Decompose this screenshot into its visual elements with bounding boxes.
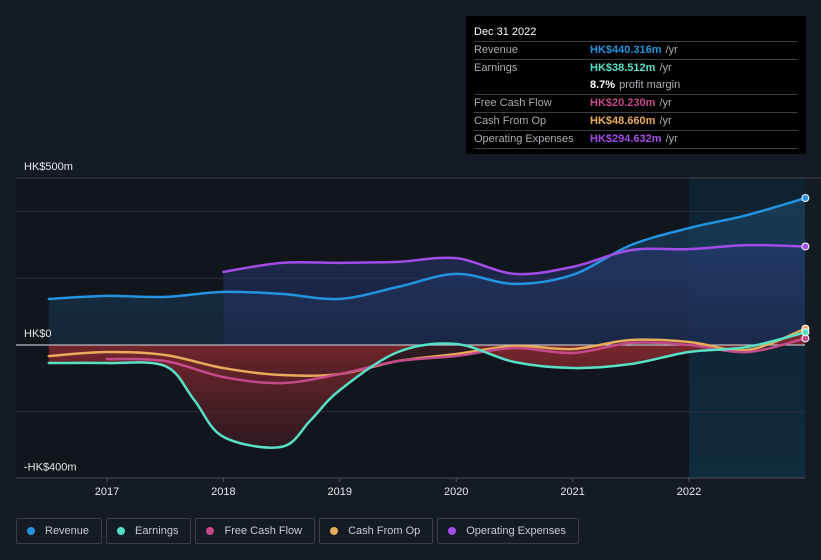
tooltip-row: Cash From Op HK$48.660m/yr xyxy=(474,113,798,131)
tooltip-panel: Dec 31 2022 Revenue HK$440.316m/yr Earning… xyxy=(466,16,806,154)
x-tick-label: 2021 xyxy=(560,486,584,498)
tooltip-row-unit: /yr xyxy=(659,115,672,127)
tooltip-row-value: HK$48.660m xyxy=(590,115,656,127)
tooltip-row-unit: /yr xyxy=(659,97,672,109)
x-tick-label: 2017 xyxy=(95,486,119,498)
tooltip-row-value: HK$20.230m xyxy=(590,97,656,109)
legend-label: Free Cash Flow xyxy=(224,525,303,537)
tooltip-row-label: Free Cash Flow xyxy=(474,97,552,109)
tooltip-row-value: HK$440.316m xyxy=(590,44,662,56)
legend-dot-icon xyxy=(117,527,126,535)
legend-dot-icon xyxy=(206,527,215,535)
endpoint-earnings xyxy=(801,328,810,337)
tooltip-date: Dec 31 2022 xyxy=(474,24,798,42)
legend-dot-icon xyxy=(27,527,35,535)
legend: Revenue Earnings Free Cash Flow Cash From O… xyxy=(16,518,579,544)
y-axis-label: -HK$400m xyxy=(24,462,77,474)
legend-item-revenue[interactable]: Revenue xyxy=(16,518,103,544)
tooltip-row-label: Revenue xyxy=(474,44,519,56)
x-tick-label: 2019 xyxy=(328,486,352,498)
endpoint-revenue xyxy=(801,194,810,203)
endpoint-operating-expenses xyxy=(801,242,810,251)
tooltip-row: 8.7% profit margin xyxy=(474,77,798,95)
legend-item-cash-from-op[interactable]: Cash From Op xyxy=(319,518,434,544)
tooltip-row: Free Cash Flow HK$20.230m/yr xyxy=(474,95,798,113)
tooltip-row: Operating Expenses HK$294.632m/yr xyxy=(474,131,798,149)
tooltip-row-unit: /yr xyxy=(665,44,678,56)
tooltip-row-unit: /yr xyxy=(659,62,672,74)
x-tick-label: 2018 xyxy=(211,486,235,498)
tooltip-row-unit: /yr xyxy=(665,133,678,145)
legend-label: Revenue xyxy=(45,525,90,537)
tooltip-row-value: HK$294.632m xyxy=(590,133,662,145)
tooltip-row: Revenue HK$440.316m/yr xyxy=(474,42,798,60)
legend-dot-icon xyxy=(330,527,339,535)
tooltip-row-label: Operating Expenses xyxy=(474,133,574,145)
x-axis-ticks: 2017 2018 2019 2020 2021 2022 xyxy=(95,478,701,498)
legend-label: Cash From Op xyxy=(348,525,421,537)
tooltip-row-value: 8.7% xyxy=(590,79,616,91)
legend-item-free-cash-flow[interactable]: Free Cash Flow xyxy=(195,518,316,544)
tooltip-row-label: Earnings xyxy=(474,62,518,74)
tooltip-row-unit: profit margin xyxy=(619,79,681,91)
tooltip-row-label xyxy=(474,77,590,94)
x-tick-label: 2020 xyxy=(444,486,468,498)
y-axis-label: HK$0 xyxy=(24,328,52,340)
legend-dot-icon xyxy=(448,527,457,535)
legend-label: Operating Expenses xyxy=(466,525,566,537)
tooltip-row-label: Cash From Op xyxy=(474,115,547,127)
legend-item-operating-expenses[interactable]: Operating Expenses xyxy=(437,518,579,544)
tooltip-row: Earnings HK$38.512m/yr xyxy=(474,60,798,77)
x-tick-label: 2022 xyxy=(677,486,701,498)
legend-label: Earnings xyxy=(135,525,179,537)
legend-item-earnings[interactable]: Earnings xyxy=(106,518,192,544)
tooltip-rows: Revenue HK$440.316m/yr Earnings HK$38.512m /… xyxy=(474,42,798,149)
y-axis-label: HK$500m xyxy=(24,161,73,173)
tooltip-row-value: HK$38.512m xyxy=(590,62,656,74)
